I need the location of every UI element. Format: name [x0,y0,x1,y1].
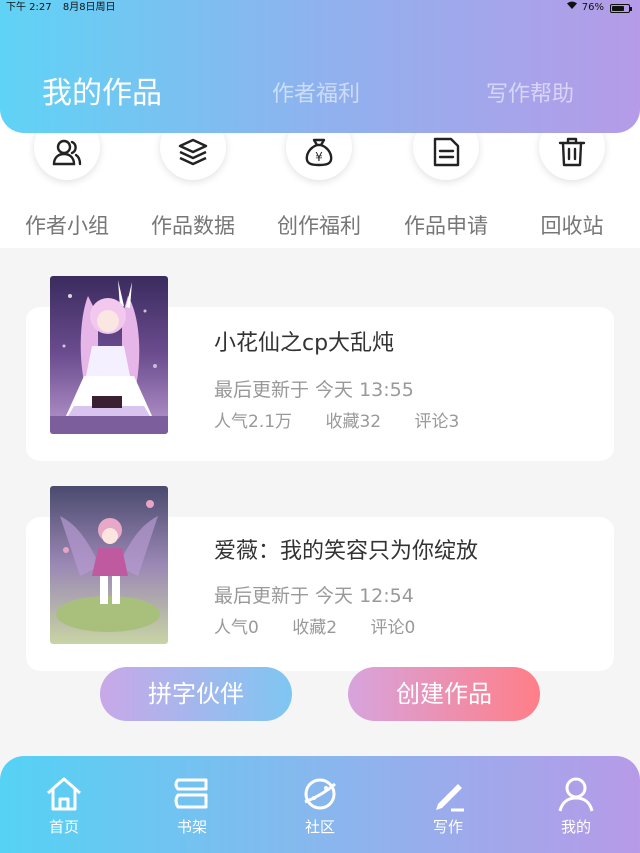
work-stats: 人气2.1万 收藏32 评论3 [214,407,487,432]
bookshelf-icon [174,778,208,809]
wifi-icon [566,0,578,16]
tab-writing-help[interactable]: 写作帮助 [486,72,574,122]
nav-mine[interactable]: 我的 [536,774,616,844]
work-last-updated: 最后更新于 今天 12:54 [214,585,414,607]
work-favorites: 收藏2 [292,618,338,638]
user-icon [558,777,594,812]
work-popularity: 人气2.1万 [214,412,293,432]
nav-bookshelf[interactable]: 书架 [152,774,232,844]
tab-author-benefits[interactable]: 作者福利 [272,72,360,122]
nav-label: 写作 [432,818,463,836]
work-cover-image[interactable] [50,276,168,434]
work-stats: 人气0 收藏2 评论0 [214,613,443,638]
work-favorites: 收藏32 [325,412,382,432]
battery-icon [610,3,632,13]
work-title: 小花仙之cp大乱炖 [214,331,395,356]
battery-percent: 76% [581,2,604,13]
work-last-updated: 最后更新于 今天 13:55 [214,379,414,401]
tab-my-works[interactable]: 我的作品 [42,72,162,122]
writing-partner-button[interactable]: 拼字伙伴 [100,667,292,721]
create-work-button[interactable]: 创建作品 [348,667,540,721]
work-comments: 评论0 [370,618,416,638]
nav-label: 首页 [48,818,79,836]
header: 下午 2:27 8月8日周日 76% 我的作品 作者福利 写作帮助 [0,0,640,133]
work-title: 爱薇：我的笑容只为你绽放 [214,539,479,564]
bottom-nav: 首页 书架 社区 写作 我的 [0,756,640,853]
quick-action-label: 作品申请 [404,214,488,238]
nav-community[interactable]: 社区 [280,774,360,844]
header-tabs: 我的作品 作者福利 写作帮助 [0,72,640,122]
status-date: 8月8日周日 [62,2,116,13]
work-comments: 评论3 [414,412,460,432]
planet-icon [304,778,336,810]
quick-action-label: 创作福利 [277,214,361,238]
quick-action-label: 回收站 [540,214,604,238]
nav-label: 我的 [560,818,591,836]
status-bar: 下午 2:27 8月8日周日 76% [0,0,640,18]
quick-action-label: 作品数据 [151,214,235,238]
nav-label: 社区 [304,818,335,836]
home-icon [47,777,81,811]
pen-icon [436,784,464,812]
quick-action-label: 作者小组 [25,214,109,238]
svg-text:¥: ¥ [315,150,323,164]
nav-write[interactable]: 写作 [408,774,488,844]
nav-label: 书架 [176,818,207,836]
work-cover-image[interactable] [50,486,168,644]
status-time: 下午 2:27 [6,2,52,13]
nav-home[interactable]: 首页 [24,774,104,844]
work-popularity: 人气0 [214,618,259,638]
